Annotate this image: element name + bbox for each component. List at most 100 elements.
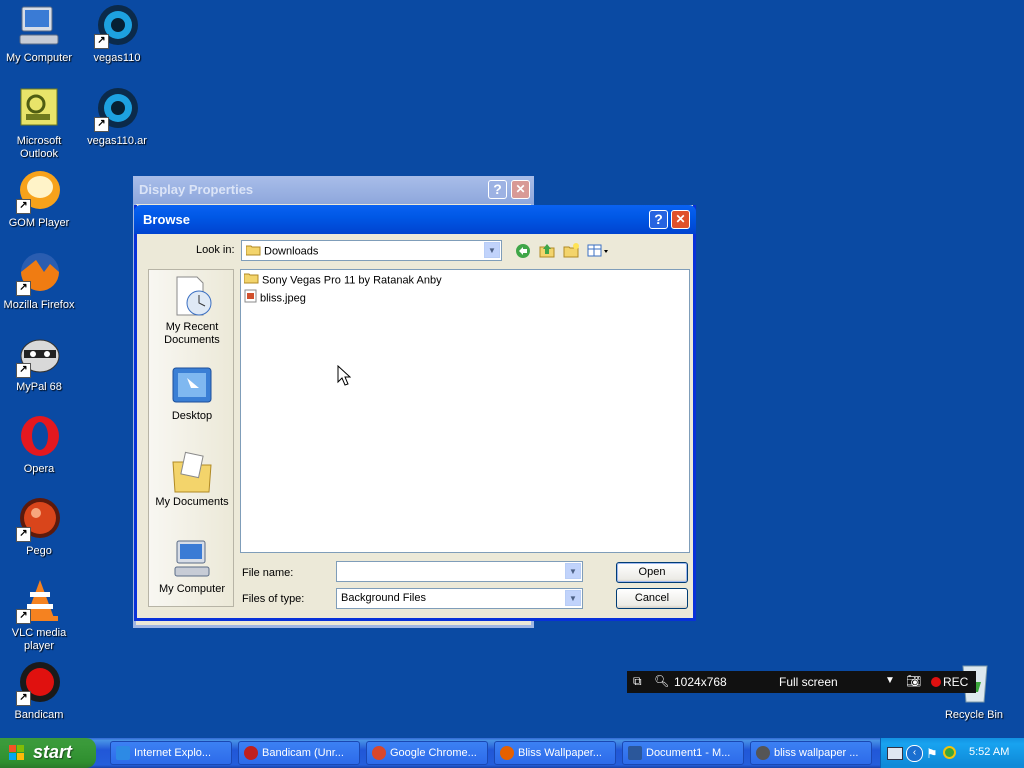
desktop-icon-vegas110[interactable]: ↗ vegas110 [78, 3, 156, 65]
place-my-recent-documents[interactable]: My Recent Documents [149, 275, 235, 347]
opera-icon [16, 414, 62, 460]
shortcut-arrow-icon: ↗ [94, 117, 109, 132]
chevron-down-icon[interactable]: ▼ [565, 563, 581, 579]
chevron-down-icon[interactable]: ▼ [484, 242, 500, 258]
place-label: My Recent Documents [164, 321, 220, 346]
bandicam-toolbar[interactable]: ⧉ 🔍︎ 1024x768 Full screen ▼ 📷︎ REC [627, 671, 976, 693]
task-label: bliss wallpaper ... [774, 747, 859, 759]
file-list[interactable]: Sony Vegas Pro 11 by Ratanak Anby bliss.… [240, 269, 690, 553]
back-button[interactable] [513, 241, 533, 261]
chevron-down-icon[interactable]: ▼ [565, 590, 581, 606]
desktop-icon-label: vegas110.ar [87, 135, 147, 147]
place-my-computer[interactable]: My Computer [149, 537, 235, 596]
shortcut-arrow-icon: ↗ [16, 691, 31, 706]
desktop-icon-outlook[interactable]: Microsoft Outlook [0, 86, 78, 161]
file-name: Sony Vegas Pro 11 by Ratanak Anby [262, 274, 442, 287]
desktop-icon [169, 364, 215, 408]
window-title: Display Properties [139, 182, 254, 197]
desktop-icon-label: GOM Player [8, 217, 70, 229]
system-tray: ‹ ⚑ 5:52 AM [880, 738, 1024, 768]
rec-button[interactable]: REC [943, 675, 968, 689]
mypal-icon: ↗ [16, 332, 62, 378]
view-menu-button[interactable] [585, 241, 611, 261]
cancel-button[interactable]: Cancel [616, 588, 688, 609]
image-file-icon [244, 289, 257, 308]
chevron-down-icon[interactable]: ▼ [885, 675, 895, 686]
place-desktop[interactable]: Desktop [149, 364, 235, 423]
desktop-icon-pego[interactable]: ↗ Pego [0, 496, 78, 558]
window-title: Browse [143, 212, 190, 227]
desktop-icon-label: My Computer [5, 52, 73, 64]
list-item[interactable]: Sony Vegas Pro 11 by Ratanak Anby [243, 272, 442, 289]
shortcut-arrow-icon: ↗ [94, 34, 109, 49]
vegas-icon: ↗ [94, 3, 140, 49]
file-name: bliss.jpeg [260, 292, 306, 305]
desktop-icon-label: Pego [26, 545, 52, 557]
capture-mode[interactable]: Full screen [779, 675, 838, 689]
camera-icon[interactable]: 📷︎ [906, 674, 921, 688]
close-button[interactable]: ✕ [671, 210, 690, 229]
clock[interactable]: 5:52 AM [969, 746, 1009, 758]
chrome-tray-icon[interactable] [943, 746, 956, 759]
chrome-icon [372, 746, 386, 761]
look-in-dropdown[interactable]: Downloads ▼ [241, 240, 502, 261]
desktop-icon-label: Mozilla Firefox [3, 299, 75, 311]
taskbar-item-word[interactable]: Document1 - M... [622, 741, 744, 765]
taskbar: start Internet Explo... Bandicam (Unr...… [0, 738, 1024, 768]
list-item[interactable]: bliss.jpeg [244, 289, 306, 305]
browse-dialog[interactable]: Browse ? ✕ Look in: Downloads ▼ My Recen… [134, 205, 696, 621]
desktop-icon-opera[interactable]: Opera [0, 414, 78, 476]
place-my-documents[interactable]: My Documents [149, 450, 235, 509]
taskbar-item-chrome[interactable]: Google Chrome... [366, 741, 488, 765]
task-label: Bliss Wallpaper... [518, 747, 602, 759]
files-of-type-dropdown[interactable]: Background Files ▼ [336, 588, 583, 609]
desktop-icon-gom-player[interactable]: ↗ GOM Player [0, 168, 78, 230]
desktop-icon-mypal[interactable]: ↗ MyPal 68 [0, 332, 78, 394]
firefox-icon [500, 746, 514, 761]
shortcut-arrow-icon: ↗ [16, 281, 31, 296]
search-icon[interactable]: 🔍︎ [654, 674, 669, 688]
taskbar-item-bandicam[interactable]: Bandicam (Unr... [238, 741, 360, 765]
resolution-readout: 1024x768 [674, 675, 727, 689]
desktop-icon-label: Bandicam [14, 709, 64, 721]
desktop-icon-bandicam[interactable]: ↗ Bandicam [0, 660, 78, 722]
firefox-icon: ↗ [16, 250, 62, 296]
folder-icon [243, 272, 259, 289]
file-name-field[interactable]: ▼ [336, 561, 583, 582]
files-of-type-value: Background Files [341, 592, 426, 604]
display-properties-titlebar[interactable]: Display Properties ? ✕ [133, 176, 534, 204]
open-button[interactable]: Open [616, 562, 688, 583]
show-hidden-icons-button[interactable]: ‹ [906, 745, 923, 762]
help-button[interactable]: ? [488, 180, 507, 199]
shortcut-arrow-icon: ↗ [16, 609, 31, 624]
new-folder-button[interactable] [561, 241, 581, 261]
desktop-icon-vlc[interactable]: ↗ VLC media player [0, 578, 78, 653]
desktop-icon-label: VLC media player [11, 627, 67, 652]
shortcut-arrow-icon: ↗ [16, 363, 31, 378]
browse-titlebar[interactable]: Browse ? ✕ [134, 205, 696, 234]
outlook-icon [16, 86, 62, 132]
shortcut-arrow-icon: ↗ [16, 199, 31, 214]
folder-icon [245, 244, 261, 259]
bandicam-icon [244, 746, 258, 761]
start-label: start [33, 742, 73, 762]
my-documents-icon [169, 450, 215, 494]
close-button[interactable]: ✕ [511, 180, 530, 199]
help-button[interactable]: ? [649, 210, 668, 229]
taskbar-item-mypal[interactable]: bliss wallpaper ... [750, 741, 872, 765]
gom-player-icon: ↗ [16, 168, 62, 214]
desktop-icon-my-computer[interactable]: My Computer [0, 3, 78, 65]
desktop-icon-vegas110-ar[interactable]: ↗ vegas110.ar [78, 86, 156, 148]
desktop-icon-label: MyPal 68 [16, 381, 62, 393]
taskbar-item-internet-explorer[interactable]: Internet Explo... [110, 741, 232, 765]
start-button[interactable]: start [0, 738, 96, 768]
up-folder-button[interactable] [537, 241, 557, 261]
task-label: Internet Explo... [134, 747, 212, 759]
desktop-icon-firefox[interactable]: ↗ Mozilla Firefox [0, 250, 78, 312]
network-icon[interactable]: ⚑ [926, 746, 938, 762]
taskbar-item-firefox[interactable]: Bliss Wallpaper... [494, 741, 616, 765]
word-icon [628, 746, 642, 761]
window-mode-icon[interactable]: ⧉ [633, 674, 642, 689]
keyboard-icon[interactable] [887, 747, 903, 760]
look-in-label: Look in: [196, 244, 235, 256]
